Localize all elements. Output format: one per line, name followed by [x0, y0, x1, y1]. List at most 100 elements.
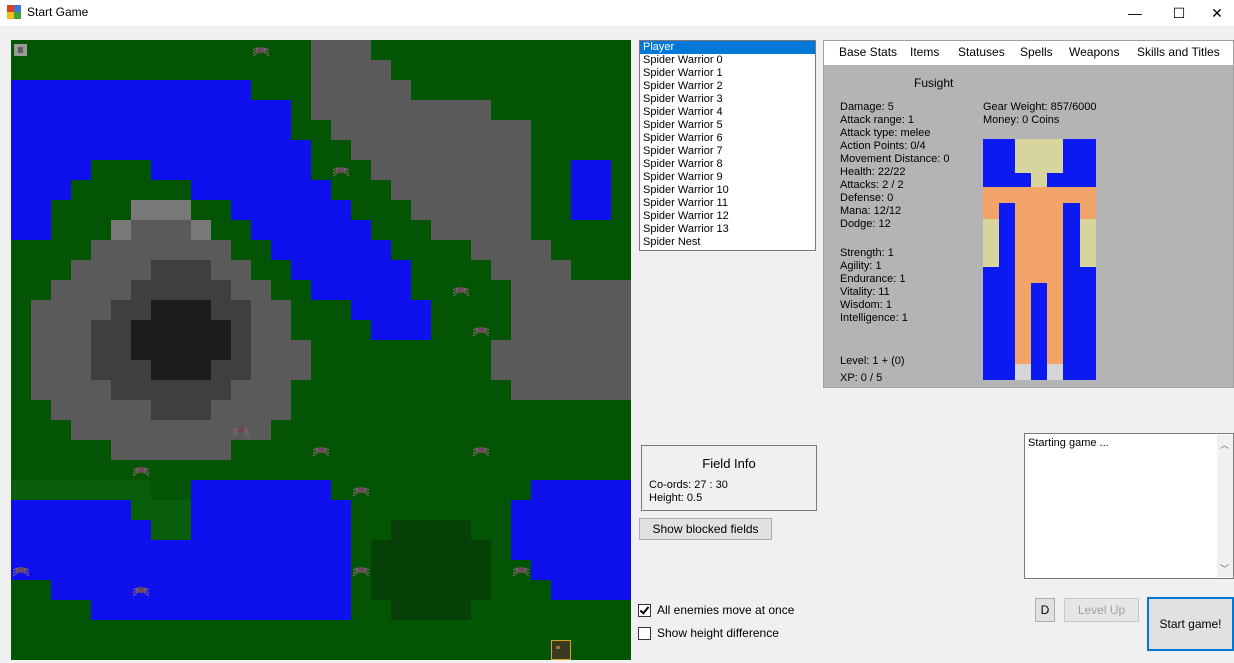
map-tile[interactable] — [271, 60, 291, 80]
map-tile[interactable] — [511, 180, 531, 200]
map-tile[interactable] — [211, 280, 231, 300]
map-tile[interactable] — [31, 140, 51, 160]
map-tile[interactable] — [311, 500, 331, 520]
map-tile[interactable] — [291, 600, 311, 620]
map-tile[interactable] — [31, 640, 51, 660]
map-tile[interactable] — [211, 460, 231, 480]
map-tile[interactable] — [331, 480, 351, 500]
map-tile[interactable] — [171, 160, 191, 180]
map-tile[interactable] — [31, 460, 51, 480]
map-tile[interactable] — [351, 380, 371, 400]
map-tile[interactable] — [91, 320, 111, 340]
map-tile[interactable] — [131, 240, 151, 260]
map-tile[interactable] — [431, 360, 451, 380]
map-tile[interactable] — [211, 480, 231, 500]
map-tile[interactable] — [591, 180, 611, 200]
map-tile[interactable] — [151, 200, 171, 220]
map-tile[interactable] — [91, 380, 111, 400]
map-tile[interactable] — [91, 480, 111, 500]
map-tile[interactable] — [511, 240, 531, 260]
map-tile[interactable] — [331, 220, 351, 240]
map-tile[interactable] — [531, 380, 551, 400]
map-tile[interactable] — [551, 480, 571, 500]
map-tile[interactable] — [531, 520, 551, 540]
map-tile[interactable] — [211, 120, 231, 140]
map-tile[interactable] — [151, 80, 171, 100]
map-tile[interactable] — [191, 440, 211, 460]
map-tile[interactable] — [351, 300, 371, 320]
map-tile[interactable] — [251, 560, 271, 580]
map-tile[interactable] — [251, 60, 271, 80]
map-tile[interactable] — [391, 560, 411, 580]
map-tile[interactable] — [371, 80, 391, 100]
map-tile[interactable] — [31, 400, 51, 420]
map-tile[interactable] — [31, 340, 51, 360]
map-tile[interactable] — [371, 360, 391, 380]
map-tile[interactable] — [171, 100, 191, 120]
map-tile[interactable] — [291, 520, 311, 540]
map-tile[interactable] — [51, 480, 71, 500]
tab-weapons[interactable]: Weapons — [1069, 45, 1119, 59]
map-tile[interactable] — [591, 560, 611, 580]
map-tile[interactable] — [391, 640, 411, 660]
map-tile[interactable] — [251, 200, 271, 220]
map-tile[interactable] — [491, 200, 511, 220]
map-tile[interactable] — [251, 640, 271, 660]
map-tile[interactable] — [411, 420, 431, 440]
map-tile[interactable] — [111, 640, 131, 660]
map-tile[interactable] — [51, 140, 71, 160]
map-tile[interactable] — [391, 140, 411, 160]
map-tile[interactable] — [131, 420, 151, 440]
map-tile[interactable] — [331, 560, 351, 580]
map-tile[interactable] — [151, 240, 171, 260]
map-tile[interactable] — [271, 240, 291, 260]
map-tile[interactable] — [551, 500, 571, 520]
map-tile[interactable] — [451, 460, 471, 480]
map-tile[interactable] — [171, 480, 191, 500]
map-tile[interactable] — [491, 160, 511, 180]
map-tile[interactable] — [591, 440, 611, 460]
map-tile[interactable] — [431, 120, 451, 140]
map-tile[interactable] — [131, 80, 151, 100]
map-tile[interactable] — [391, 40, 411, 60]
map-tile[interactable] — [291, 560, 311, 580]
map-tile[interactable] — [491, 620, 511, 640]
map-tile[interactable] — [371, 580, 391, 600]
map-tile[interactable] — [591, 520, 611, 540]
map-tile[interactable] — [171, 460, 191, 480]
map-tile[interactable] — [571, 360, 591, 380]
map-tile[interactable] — [431, 380, 451, 400]
map-tile[interactable] — [51, 380, 71, 400]
map-tile[interactable] — [551, 120, 571, 140]
map-tile[interactable] — [231, 220, 251, 240]
map-tile[interactable] — [491, 180, 511, 200]
minimize-button[interactable]: — — [1112, 0, 1158, 26]
map-tile[interactable] — [491, 420, 511, 440]
map-tile[interactable] — [351, 400, 371, 420]
map-tile[interactable] — [91, 640, 111, 660]
map-tile[interactable] — [51, 500, 71, 520]
map-tile[interactable] — [551, 620, 571, 640]
map-tile[interactable] — [571, 300, 591, 320]
map-tile[interactable] — [571, 540, 591, 560]
map-tile[interactable] — [171, 640, 191, 660]
map-tile[interactable] — [431, 580, 451, 600]
map-tile[interactable] — [491, 540, 511, 560]
map-tile[interactable] — [571, 220, 591, 240]
map-tile[interactable] — [451, 520, 471, 540]
map-tile[interactable] — [311, 540, 331, 560]
map-tile[interactable] — [311, 600, 331, 620]
map-tile[interactable] — [451, 360, 471, 380]
map-tile[interactable] — [391, 480, 411, 500]
map-tile[interactable] — [131, 400, 151, 420]
map-tile[interactable] — [251, 380, 271, 400]
map-tile[interactable] — [211, 340, 231, 360]
map-tile[interactable] — [551, 420, 571, 440]
map-tile[interactable] — [331, 320, 351, 340]
map-tile[interactable] — [131, 200, 151, 220]
map-tile[interactable] — [431, 420, 451, 440]
unit-list-item[interactable]: Spider Warrior 1 — [640, 67, 815, 80]
unit-list-item[interactable]: Spider Warrior 10 — [640, 184, 815, 197]
map-tile[interactable] — [11, 500, 31, 520]
map-tile[interactable] — [31, 260, 51, 280]
